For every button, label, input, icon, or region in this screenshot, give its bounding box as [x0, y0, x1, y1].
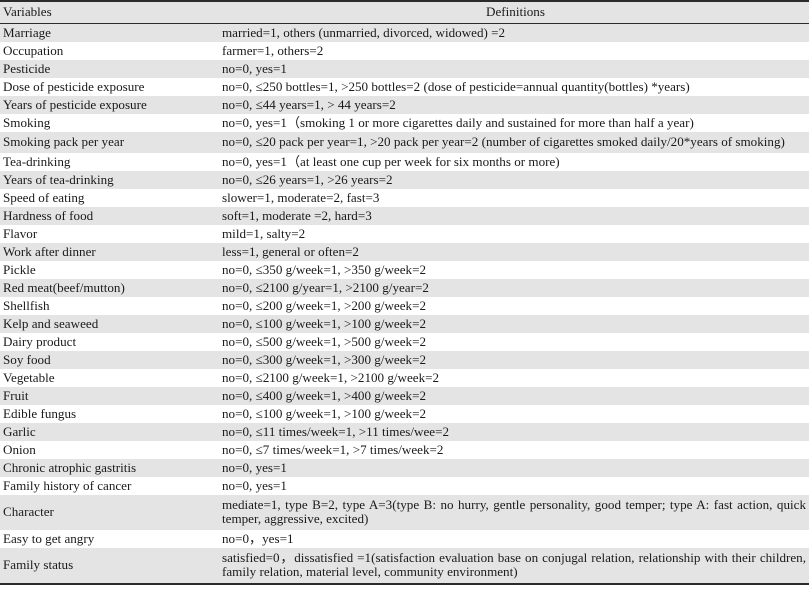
definition-cell: married=1, others (unmarried, divorced, …: [222, 25, 506, 40]
table-row: Work after dinner less=1, general or ofte…: [0, 243, 809, 261]
definition-cell: no=0, yes=1: [222, 460, 287, 475]
definition-cell: no=0, ≤100 g/week=1, >100 g/week=2: [222, 316, 427, 331]
variable-name-cell: Marriage: [3, 25, 51, 40]
definition-cell: soft=1, moderate =2, hard=3: [222, 208, 372, 223]
table-row: Garlic no=0, ≤11 times/week=1, >11 times/…: [0, 423, 809, 441]
variable-name-cell: Shellfish: [3, 298, 50, 313]
definition-cell: slower=1, moderate=2, fast=3: [222, 190, 380, 205]
table-row: Speed of eating slower=1, moderate=2, fas…: [0, 189, 809, 207]
table-row: Years of pesticide exposure no=0, ≤44 yea…: [0, 96, 809, 114]
definition-cell: no=0, yes=1（at least one cup per week fo…: [222, 154, 560, 169]
definition-cell: mild=1, salty=2: [222, 226, 306, 241]
definition-cell: satisfied=0，dissatisfied =1(satisfaction…: [222, 548, 809, 585]
definition-cell: no=0, ≤20 pack per year=1, >20 pack per …: [222, 134, 785, 149]
table-row: Hardness of food soft=1, moderate =2, har…: [0, 207, 809, 225]
variable-definitions-table-container: Variables Definitions Marriage married=1,…: [0, 0, 809, 585]
variable-name-cell: Dose of pesticide exposure: [3, 79, 145, 94]
table-row: Marriage married=1, others (unmarried, di…: [0, 23, 809, 42]
variable-name-cell: Smoking: [3, 115, 51, 130]
table-row: Family history of cancer no=0, yes=1: [0, 477, 809, 495]
variable-name-cell: Speed of eating: [3, 190, 85, 205]
table-row: Tea-drinking no=0, yes=1（at least one cup…: [0, 153, 809, 171]
definition-cell: no=0, ≤500 g/week=1, >500 g/week=2: [222, 334, 427, 349]
variable-name-cell: Smoking pack per year: [3, 134, 125, 149]
table-row: Shellfish no=0, ≤200 g/week=1, >200 g/wee…: [0, 297, 809, 315]
table-row: Smoking pack per year no=0, ≤20 pack per …: [0, 132, 809, 153]
variable-name-cell: Years of pesticide exposure: [3, 97, 147, 112]
definition-cell: no=0, ≤250 bottles=1, >250 bottles=2 (do…: [222, 79, 690, 94]
variable-name-cell: Soy food: [3, 352, 51, 367]
variable-name-cell: Garlic: [3, 424, 36, 439]
variable-definitions-table: Variables Definitions Marriage married=1,…: [0, 0, 809, 585]
definition-cell: no=0, yes=1（smoking 1 or more cigarettes…: [222, 115, 694, 130]
table-row: Pickle no=0, ≤350 g/week=1, >350 g/week=2: [0, 261, 809, 279]
table-row: Easy to get angry no=0，yes=1: [0, 530, 809, 548]
definition-cell: no=0, ≤7 times/week=1, >7 times/week=2: [222, 442, 444, 457]
table-row: Years of tea-drinking no=0, ≤26 years=1, …: [0, 171, 809, 189]
table-body: Marriage married=1, others (unmarried, di…: [0, 23, 809, 585]
definition-cell: no=0, yes=1: [222, 478, 287, 493]
definition-cell: less=1, general or often=2: [222, 244, 359, 259]
table-row: Chronic atrophic gastritis no=0, yes=1: [0, 459, 809, 477]
variable-name-cell: Family history of cancer: [3, 478, 132, 493]
table-row: Dairy product no=0, ≤500 g/week=1, >500 g…: [0, 333, 809, 351]
definition-cell: no=0, ≤44 years=1, > 44 years=2: [222, 97, 396, 112]
definition-cell: no=0, ≤400 g/week=1, >400 g/week=2: [222, 388, 427, 403]
table-row: Fruit no=0, ≤400 g/week=1, >400 g/week=2: [0, 387, 809, 405]
table-row: Family status satisfied=0，dissatisfied =1…: [0, 548, 809, 585]
table-row: Pesticide no=0, yes=1: [0, 60, 809, 78]
variable-name-cell: Hardness of food: [3, 208, 94, 223]
table-row: Kelp and seaweed no=0, ≤100 g/week=1, >10…: [0, 315, 809, 333]
variable-name-cell: Kelp and seaweed: [3, 316, 99, 331]
definition-cell: no=0, ≤11 times/week=1, >11 times/wee=2: [222, 424, 450, 439]
definition-cell: mediate=1, type B=2, type A=3(type B: no…: [222, 497, 806, 526]
variable-name-cell: Edible fungus: [3, 406, 77, 421]
variable-name-cell: Pesticide: [3, 61, 51, 76]
variable-name-cell: Flavor: [3, 226, 38, 241]
variable-name-cell: Dairy product: [3, 334, 77, 349]
table-row: Vegetable no=0, ≤2100 g/week=1, >2100 g/w…: [0, 369, 809, 387]
definition-cell: farmer=1, others=2: [222, 43, 324, 58]
table-row: Onion no=0, ≤7 times/week=1, >7 times/wee…: [0, 441, 809, 459]
definition-cell: no=0, ≤26 years=1, >26 years=2: [222, 172, 393, 187]
definition-cell: no=0, ≤200 g/week=1, >200 g/week=2: [222, 298, 427, 313]
definition-cell: no=0, ≤2100 g/week=1, >2100 g/week=2: [222, 370, 440, 385]
variable-name-cell: Easy to get angry: [3, 531, 95, 546]
variable-name-cell: Character: [3, 504, 54, 519]
variable-name-cell: Onion: [3, 442, 36, 457]
table-header: Variables Definitions: [0, 0, 809, 24]
definition-cell: no=0, ≤300 g/week=1, >300 g/week=2: [222, 352, 427, 367]
definition-cell: no=0, yes=1: [222, 61, 287, 76]
variable-name-cell: Years of tea-drinking: [3, 172, 114, 187]
definition-cell: no=0，yes=1: [222, 531, 294, 546]
variable-name-cell: Tea-drinking: [3, 154, 71, 169]
table-row: Character mediate=1, type B=2, type A=3(t…: [0, 495, 809, 530]
definition-cell: no=0, ≤2100 g/year=1, >2100 g/year=2: [222, 280, 429, 295]
variable-name-cell: Occupation: [3, 43, 64, 58]
variable-name-cell: Work after dinner: [3, 244, 96, 259]
table-row: Soy food no=0, ≤300 g/week=1, >300 g/week…: [0, 351, 809, 369]
variable-name-cell: Chronic atrophic gastritis: [3, 460, 137, 475]
table-row: Dose of pesticide exposure no=0, ≤250 bot…: [0, 78, 809, 96]
variable-name-cell: Pickle: [3, 262, 36, 277]
table-row: Edible fungus no=0, ≤100 g/week=1, >100 g…: [0, 405, 809, 423]
table-header-row: Variables Definitions: [0, 0, 809, 24]
column-header-variables: Variables: [0, 0, 222, 24]
table-row: Occupation farmer=1, others=2: [0, 42, 809, 60]
variable-name-cell: Fruit: [3, 388, 29, 403]
definition-cell: no=0, ≤100 g/week=1, >100 g/week=2: [222, 406, 427, 421]
variable-name-cell: Vegetable: [3, 370, 55, 385]
table-row: Smoking no=0, yes=1（smoking 1 or more cig…: [0, 114, 809, 132]
table-row: Flavor mild=1, salty=2: [0, 225, 809, 243]
variable-name-cell: Family status: [0, 548, 222, 585]
variable-name-cell: Red meat(beef/mutton): [3, 280, 125, 295]
definition-cell: no=0, ≤350 g/week=1, >350 g/week=2: [222, 262, 427, 277]
column-header-definitions: Definitions: [222, 0, 809, 24]
table-row: Red meat(beef/mutton) no=0, ≤2100 g/year=…: [0, 279, 809, 297]
